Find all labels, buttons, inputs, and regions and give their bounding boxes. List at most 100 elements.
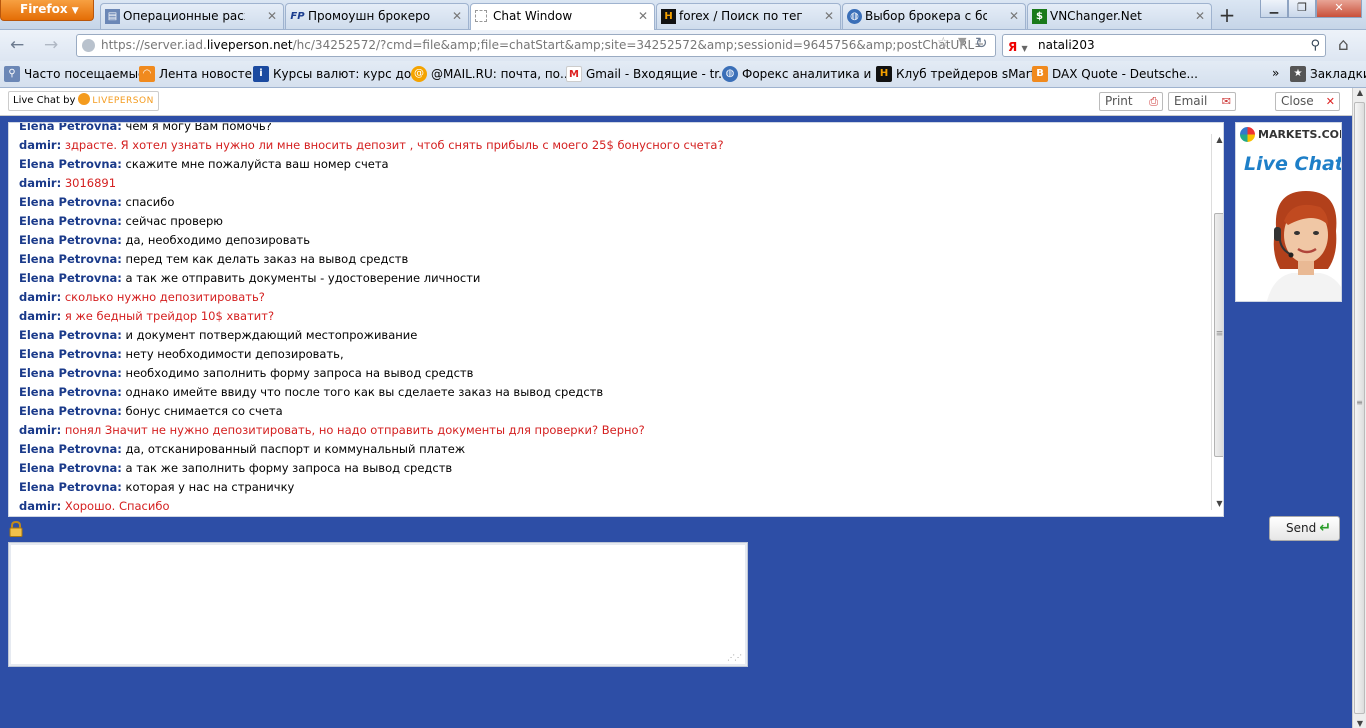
speaker-name: damir:: [19, 499, 62, 513]
close-window-button[interactable]: ✕: [1316, 0, 1362, 18]
search-magnifier-icon[interactable]: ⚲: [1310, 35, 1320, 56]
speaker-name: damir:: [19, 138, 62, 152]
bookmark-most-visited[interactable]: ⚲ Часто посещаемые: [4, 66, 145, 82]
site-identity-icon[interactable]: [82, 39, 95, 52]
tab-broker-promo[interactable]: FP Промоушн брокеров Ф… ✕: [285, 3, 469, 29]
message-text: а так же заполнить форму запроса на выво…: [125, 461, 453, 475]
tab-title: Операционные расход…: [123, 9, 245, 23]
chat-message-agent: Elena Petrovna: бонус снимается со счета: [19, 402, 1199, 421]
bookmark-dax-quote[interactable]: B DAX Quote - Deutsche...: [1032, 66, 1198, 82]
tab-vnchanger[interactable]: $ VNChanger.Net ✕: [1027, 3, 1212, 29]
close-tab-icon[interactable]: ✕: [638, 4, 648, 28]
message-text: перед тем как делать заказ на вывод сред…: [125, 252, 409, 266]
close-tab-icon[interactable]: ✕: [1195, 4, 1205, 28]
tab-operating-expenses[interactable]: ▤ Операционные расход… ✕: [100, 3, 284, 29]
reload-icon[interactable]: ↻: [975, 34, 988, 52]
maximize-window-button[interactable]: ❐: [1288, 0, 1316, 18]
speaker-name: damir:: [19, 176, 62, 190]
tab-chat-window[interactable]: Chat Window ✕: [470, 3, 655, 30]
url-domain: liveperson.net: [206, 38, 293, 52]
url-history-dropdown-icon[interactable]: ▼: [958, 35, 966, 48]
chat-message-agent: Elena Petrovna: да, отсканированный пасп…: [19, 440, 1199, 459]
support-agent-image: [1267, 191, 1341, 301]
chat-message-agent: Elena Petrovna: однако имейте ввиду что …: [19, 383, 1199, 402]
speaker-name: damir:: [19, 290, 62, 304]
chat-message-visitor: damir: здрасте. Я хотел узнать нужно ли …: [19, 136, 1199, 155]
page-scroll-down-icon[interactable]: ▼: [1353, 719, 1366, 728]
message-text: бонус снимается со счета: [125, 404, 283, 418]
h-icon: H: [876, 66, 892, 82]
message-text: здрасте. Я хотел узнать нужно ли мне вно…: [64, 138, 724, 152]
send-button[interactable]: Send ↵: [1269, 516, 1340, 541]
message-text: нету необходимости депозировать,: [125, 347, 344, 361]
address-bar[interactable]: https://server.iad.liveperson.net/hc/342…: [76, 34, 996, 57]
home-icon[interactable]: ⌂: [1338, 35, 1349, 55]
chat-header-bar: Live Chat by LIVEPERSON Print ⎙ Email ✉ C…: [0, 88, 1352, 116]
speaker-name: Elena Petrovna:: [19, 347, 122, 361]
message-text: Хорошо. Спасибо: [64, 499, 170, 513]
close-chat-button[interactable]: Close ✕: [1275, 92, 1340, 111]
close-tab-icon[interactable]: ✕: [267, 4, 277, 28]
chat-message-agent: Elena Petrovna: необходимо заполнить фор…: [19, 364, 1199, 383]
chat-message-agent: Elena Petrovna: спасибо: [19, 193, 1199, 212]
markets-live-chat-banner[interactable]: MARKETS.COM Live Chat: [1235, 122, 1342, 302]
tab-broker-choice[interactable]: ◍ Выбор брокера с бонус… ✕: [842, 3, 1026, 29]
yandex-engine-icon[interactable]: Я ▼: [1008, 37, 1028, 59]
chat-message-agent: Elena Petrovna: да, необходимо депозиров…: [19, 231, 1199, 250]
scroll-down-arrow-icon[interactable]: ▼: [1212, 498, 1223, 510]
close-tab-icon[interactable]: ✕: [452, 4, 462, 28]
chat-message-visitor: damir: сколько нужно депозитировать?: [19, 288, 1199, 307]
chat-transcript[interactable]: Elena Petrovna: чем я могу Вам помочь? d…: [8, 122, 1224, 517]
secure-lock-icon: [9, 521, 23, 537]
url-prefix: https://server.iad.: [101, 38, 207, 52]
message-entry-textarea[interactable]: ⋰⋰: [8, 542, 748, 667]
email-button[interactable]: Email ✉: [1168, 92, 1236, 111]
chat-message-visitor: damir: я же бедный трейдор 10$ хватит?: [19, 307, 1199, 326]
minimize-window-button[interactable]: ▁: [1260, 0, 1288, 18]
message-text: да, отсканированный паспорт и коммунальн…: [125, 442, 466, 456]
bookmark-star-icon[interactable]: ☆: [937, 35, 950, 51]
page-scroll-up-icon[interactable]: ▲: [1353, 88, 1366, 97]
banner-headline: Live Chat: [1244, 153, 1342, 175]
tab-title: Промоушн брокеров Ф…: [308, 9, 430, 23]
forward-arrow-icon[interactable]: →: [44, 35, 58, 55]
resize-grip-icon[interactable]: ⋰⋰: [727, 653, 742, 662]
info-icon: i: [253, 66, 269, 82]
bookmark-forex-analytics[interactable]: ◍ Форекс аналитика и ...: [722, 66, 887, 82]
message-partial-bottom: damir: Хорошо. Спасибо: [19, 497, 1199, 516]
bookmark-mail-ru[interactable]: @ @MAIL.RU: почта, по...: [411, 66, 571, 82]
b-icon: B: [1032, 66, 1048, 82]
chat-message-agent: Elena Petrovna: а так же заполнить форму…: [19, 459, 1199, 478]
new-tab-button[interactable]: +: [1213, 4, 1241, 28]
message-text: которая у нас на страничку: [125, 480, 295, 494]
scroll-up-arrow-icon[interactable]: ▲: [1212, 134, 1223, 146]
navigation-toolbar: ← → https://server.iad.liveperson.net/hc…: [0, 30, 1366, 61]
message-list: Elena Petrovna: чем я могу Вам помочь? d…: [19, 122, 1199, 516]
bookmark-traders-club[interactable]: H Клуб трейдеров sMart...: [876, 66, 1047, 82]
print-button[interactable]: Print ⎙: [1099, 92, 1163, 111]
close-tab-icon[interactable]: ✕: [1009, 4, 1019, 28]
page-scrollbar[interactable]: ▲ ≡ ▼: [1352, 88, 1366, 728]
tab-forex-tags[interactable]: H forex / Поиск по тегам /… ✕: [656, 3, 841, 29]
firefox-menu-button[interactable]: Firefox ▼: [0, 0, 94, 21]
dollar-icon: $: [1032, 9, 1047, 24]
message-partial-top: Elena Petrovna: чем я могу Вам помочь?: [19, 122, 272, 133]
back-arrow-icon[interactable]: ←: [10, 35, 24, 55]
close-tab-icon[interactable]: ✕: [824, 4, 834, 28]
message-text: понял Значит не нужно депозитировать, но…: [64, 423, 645, 437]
bookmarks-menu[interactable]: ★ Закладки: [1290, 66, 1366, 82]
tab-title: Chat Window: [493, 9, 573, 23]
tab-title: Выбор брокера с бонус…: [865, 9, 987, 23]
speaker-name: Elena Petrovna:: [19, 480, 122, 494]
more-bookmarks-chevron-icon[interactable]: »: [1272, 66, 1279, 80]
bookmark-currency-rates[interactable]: i Курсы валют: курс до...: [253, 66, 423, 82]
page-scroll-thumb[interactable]: ≡: [1354, 102, 1365, 714]
bookmark-gmail[interactable]: M Gmail - Входящие - tr...: [566, 66, 730, 82]
close-icon: ✕: [1325, 95, 1335, 108]
bookmark-news-feed[interactable]: ◠ Лента новостей: [139, 66, 260, 82]
search-box[interactable]: Я ▼ natali203 ⚲: [1002, 34, 1326, 57]
scroll-thumb[interactable]: ≡: [1214, 213, 1223, 457]
message-text: я же бедный трейдор 10$ хватит?: [64, 309, 275, 323]
transcript-scrollbar[interactable]: ▲ ≡ ▼: [1211, 134, 1223, 510]
bookmarks-toolbar: ⚲ Часто посещаемые ◠ Лента новостей i Курсы…: [0, 61, 1366, 88]
